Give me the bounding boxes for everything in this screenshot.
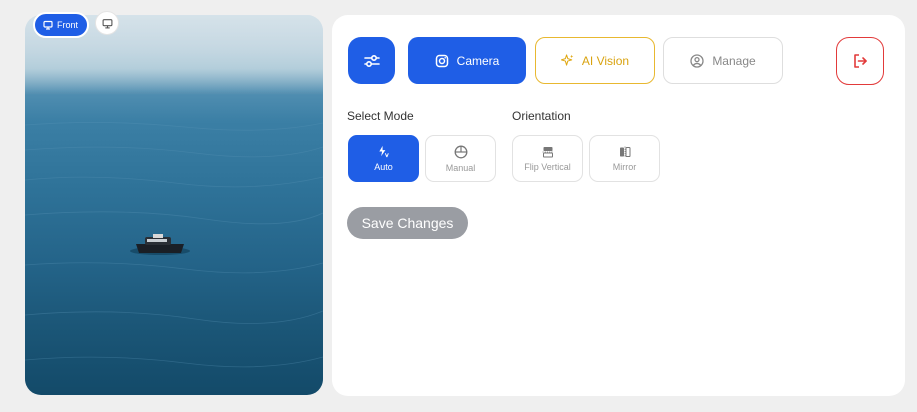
boat xyxy=(130,234,190,255)
ai-vision-tab-button[interactable]: AI Vision xyxy=(535,37,655,84)
camera-preview xyxy=(25,15,323,395)
globe-icon xyxy=(454,145,467,158)
settings-button[interactable] xyxy=(348,37,395,84)
ai-vision-tab-label: AI Vision xyxy=(581,53,630,68)
mirror-label: Mirror xyxy=(612,161,637,172)
auto-flash-icon xyxy=(379,145,389,158)
flip-vertical-label: Flip Vertical xyxy=(524,161,571,172)
alt-camera-toggle[interactable] xyxy=(95,11,119,35)
logout-icon xyxy=(854,54,867,68)
flip-vertical-button[interactable]: Flip Vertical xyxy=(512,135,583,182)
camera-tab-button[interactable]: Camera xyxy=(408,37,526,84)
user-circle-icon xyxy=(690,53,704,68)
logout-button[interactable] xyxy=(836,37,884,85)
mode-manual-label: Manual xyxy=(445,162,476,173)
manage-tab-label: Manage xyxy=(712,53,756,68)
mode-auto-label: Auto xyxy=(374,162,393,172)
orientation-heading: Orientation xyxy=(512,109,571,123)
mode-manual-button[interactable]: Manual xyxy=(425,135,496,182)
sparkle-icon xyxy=(560,54,574,66)
front-label: Front xyxy=(57,20,79,30)
front-camera-toggle[interactable]: Front xyxy=(33,12,90,38)
manage-tab-button[interactable]: Manage xyxy=(663,37,783,84)
mirror-button[interactable]: Mirror xyxy=(589,135,660,182)
sliders-icon xyxy=(363,54,380,67)
save-changes-button[interactable]: Save Changes xyxy=(347,207,468,239)
monitor-icon xyxy=(43,20,53,30)
monitor-icon xyxy=(102,18,112,28)
sea-scene xyxy=(25,15,323,368)
instagram-camera-icon xyxy=(435,54,448,67)
flip-vertical-icon xyxy=(542,146,553,157)
settings-panel: Camera AI Vision Manage Select Mode Orie… xyxy=(332,15,905,396)
select-mode-heading: Select Mode xyxy=(347,109,414,123)
mode-auto-button[interactable]: Auto xyxy=(348,135,419,182)
mirror-icon xyxy=(619,146,630,157)
camera-tab-label: Camera xyxy=(456,53,500,68)
